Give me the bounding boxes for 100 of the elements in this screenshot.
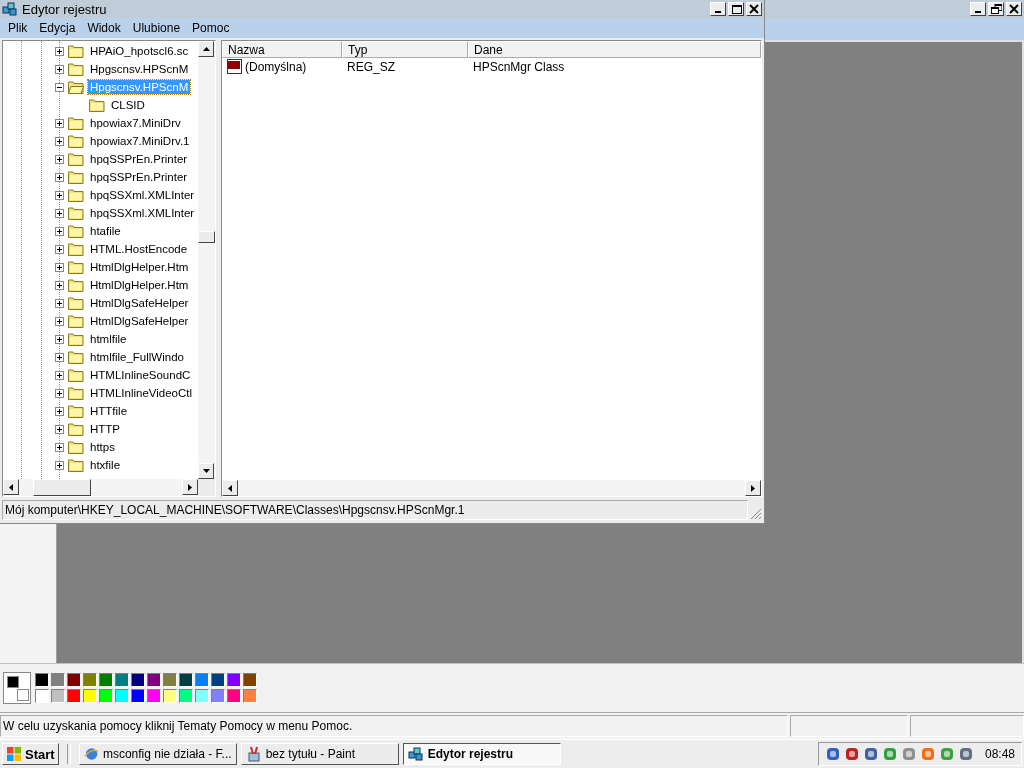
- tree-item[interactable]: HTMLInlineSoundC: [88, 368, 193, 382]
- color-swatch[interactable]: [51, 673, 65, 687]
- down-arrow-icon[interactable]: [202, 469, 210, 473]
- taskbar-button[interactable]: Edytor rejestru: [402, 743, 561, 765]
- color-swatch[interactable]: [67, 673, 81, 687]
- color-swatch[interactable]: [163, 689, 177, 703]
- tree-item[interactable]: HTTP: [88, 422, 123, 436]
- scroll-thumb[interactable]: [198, 231, 215, 243]
- color-swatch[interactable]: [147, 689, 161, 703]
- color-swatch[interactable]: [35, 673, 49, 687]
- expand-icon[interactable]: [55, 64, 64, 74]
- color-swatch[interactable]: [227, 689, 241, 703]
- tree-item[interactable]: hpowiax7.MiniDrv.1: [88, 134, 192, 148]
- tree-item[interactable]: HtmlDlgHelper.Htm: [88, 260, 191, 274]
- tree-item[interactable]: htafile: [88, 224, 123, 238]
- tree-item[interactable]: HtmlDlgSafeHelper: [88, 314, 191, 328]
- foreground-color-swatch[interactable]: [7, 676, 19, 688]
- expand-icon[interactable]: [55, 190, 64, 200]
- background-color-swatch[interactable]: [17, 689, 29, 701]
- left-arrow-icon[interactable]: [228, 484, 232, 492]
- color-swatch[interactable]: [131, 689, 145, 703]
- color-swatch[interactable]: [211, 673, 225, 687]
- tree-item[interactable]: HtmlDlgSafeHelper: [88, 296, 191, 310]
- color-swatch[interactable]: [243, 673, 257, 687]
- color-swatch[interactable]: [99, 673, 113, 687]
- tree-item[interactable]: hpqSSPrEn.Printer: [88, 170, 190, 184]
- tree-item[interactable]: htmlfile: [88, 332, 129, 346]
- collapse-icon[interactable]: [55, 82, 64, 92]
- color-swatch[interactable]: [227, 673, 241, 687]
- expand-icon[interactable]: [55, 136, 64, 146]
- color-swatch[interactable]: [35, 689, 49, 703]
- expand-icon[interactable]: [55, 316, 64, 326]
- menu-item[interactable]: Pomoc: [186, 21, 236, 35]
- tree-item[interactable]: HPAiO_hpotscl6.sc: [88, 44, 191, 58]
- tree-item[interactable]: Hpgscnsv.HPScnM: [88, 62, 191, 76]
- tree-item[interactable]: hpqSSXml.XMLInter: [88, 188, 197, 202]
- color-swatch[interactable]: [99, 689, 113, 703]
- color-swatch[interactable]: [83, 673, 97, 687]
- start-button[interactable]: Start: [2, 743, 59, 765]
- color-swatch[interactable]: [131, 673, 145, 687]
- tree-item[interactable]: https: [88, 440, 117, 454]
- color-swatch[interactable]: [179, 673, 193, 687]
- horizontal-scrollbar[interactable]: [3, 479, 198, 496]
- right-arrow-icon[interactable]: [188, 483, 192, 491]
- color-swatch[interactable]: [195, 673, 209, 687]
- expand-icon[interactable]: [55, 154, 64, 164]
- maximize-button[interactable]: [728, 2, 744, 16]
- column-header[interactable]: Dane: [468, 41, 761, 58]
- tree-item[interactable]: hpqSSPrEn.Printer: [88, 152, 190, 166]
- taskbar-button[interactable]: bez tytułu - Paint: [240, 743, 399, 765]
- tree-item[interactable]: CLSID: [109, 98, 147, 112]
- expand-icon[interactable]: [55, 460, 64, 470]
- color-swatch[interactable]: [179, 689, 193, 703]
- expand-icon[interactable]: [55, 172, 64, 182]
- expand-icon[interactable]: [55, 424, 64, 434]
- tree-item[interactable]: HTTfile: [88, 404, 130, 418]
- resize-grip-icon[interactable]: [750, 508, 762, 520]
- expand-icon[interactable]: [55, 226, 64, 236]
- color-swatch[interactable]: [115, 689, 129, 703]
- scroll-thumb[interactable]: [33, 479, 91, 496]
- right-arrow-icon[interactable]: [751, 484, 755, 492]
- color-swatch[interactable]: [83, 689, 97, 703]
- tree-item[interactable]: HtmlDlgHelper.Htm: [88, 278, 191, 292]
- menu-item[interactable]: Edycja: [33, 21, 82, 35]
- menu-item[interactable]: Widok: [81, 21, 127, 35]
- close-button[interactable]: [1006, 2, 1022, 16]
- column-header[interactable]: Typ: [342, 41, 468, 58]
- taskbar-button[interactable]: msconfig nie działa - F...: [78, 743, 237, 765]
- left-arrow-icon[interactable]: [9, 483, 13, 491]
- expand-icon[interactable]: [55, 208, 64, 218]
- expand-icon[interactable]: [55, 46, 64, 56]
- expand-icon[interactable]: [55, 388, 64, 398]
- tree-item[interactable]: htmlfile_FullWindo: [88, 350, 186, 364]
- color-swatch[interactable]: [147, 673, 161, 687]
- restore-button[interactable]: [988, 2, 1004, 16]
- close-button[interactable]: [746, 2, 762, 16]
- tree-item[interactable]: htxfile: [88, 458, 123, 472]
- expand-icon[interactable]: [55, 370, 64, 380]
- expand-icon[interactable]: [55, 262, 64, 272]
- color-swatch[interactable]: [51, 689, 65, 703]
- minimize-button[interactable]: [710, 2, 726, 16]
- expand-icon[interactable]: [55, 406, 64, 416]
- expand-icon[interactable]: [55, 334, 64, 344]
- tree-item[interactable]: HTMLInlineVideoCtl: [88, 386, 195, 400]
- tree-item[interactable]: hpowiax7.MiniDrv: [88, 116, 183, 130]
- color-swatch[interactable]: [243, 689, 257, 703]
- horizontal-scrollbar[interactable]: [222, 480, 761, 496]
- column-header[interactable]: Nazwa: [222, 41, 342, 58]
- expand-icon[interactable]: [55, 280, 64, 290]
- minimize-button[interactable]: [970, 2, 986, 16]
- tree-item[interactable]: hpqSSXml.XMLInter: [88, 206, 197, 220]
- expand-icon[interactable]: [55, 298, 64, 308]
- color-swatch[interactable]: [163, 673, 177, 687]
- menu-item[interactable]: Plik: [2, 21, 34, 35]
- tree-item[interactable]: HTML.HostEncode: [88, 242, 190, 256]
- expand-icon[interactable]: [55, 118, 64, 128]
- expand-icon[interactable]: [55, 244, 64, 254]
- color-swatch[interactable]: [211, 689, 225, 703]
- color-swatch[interactable]: [67, 689, 81, 703]
- up-arrow-icon[interactable]: [202, 47, 210, 51]
